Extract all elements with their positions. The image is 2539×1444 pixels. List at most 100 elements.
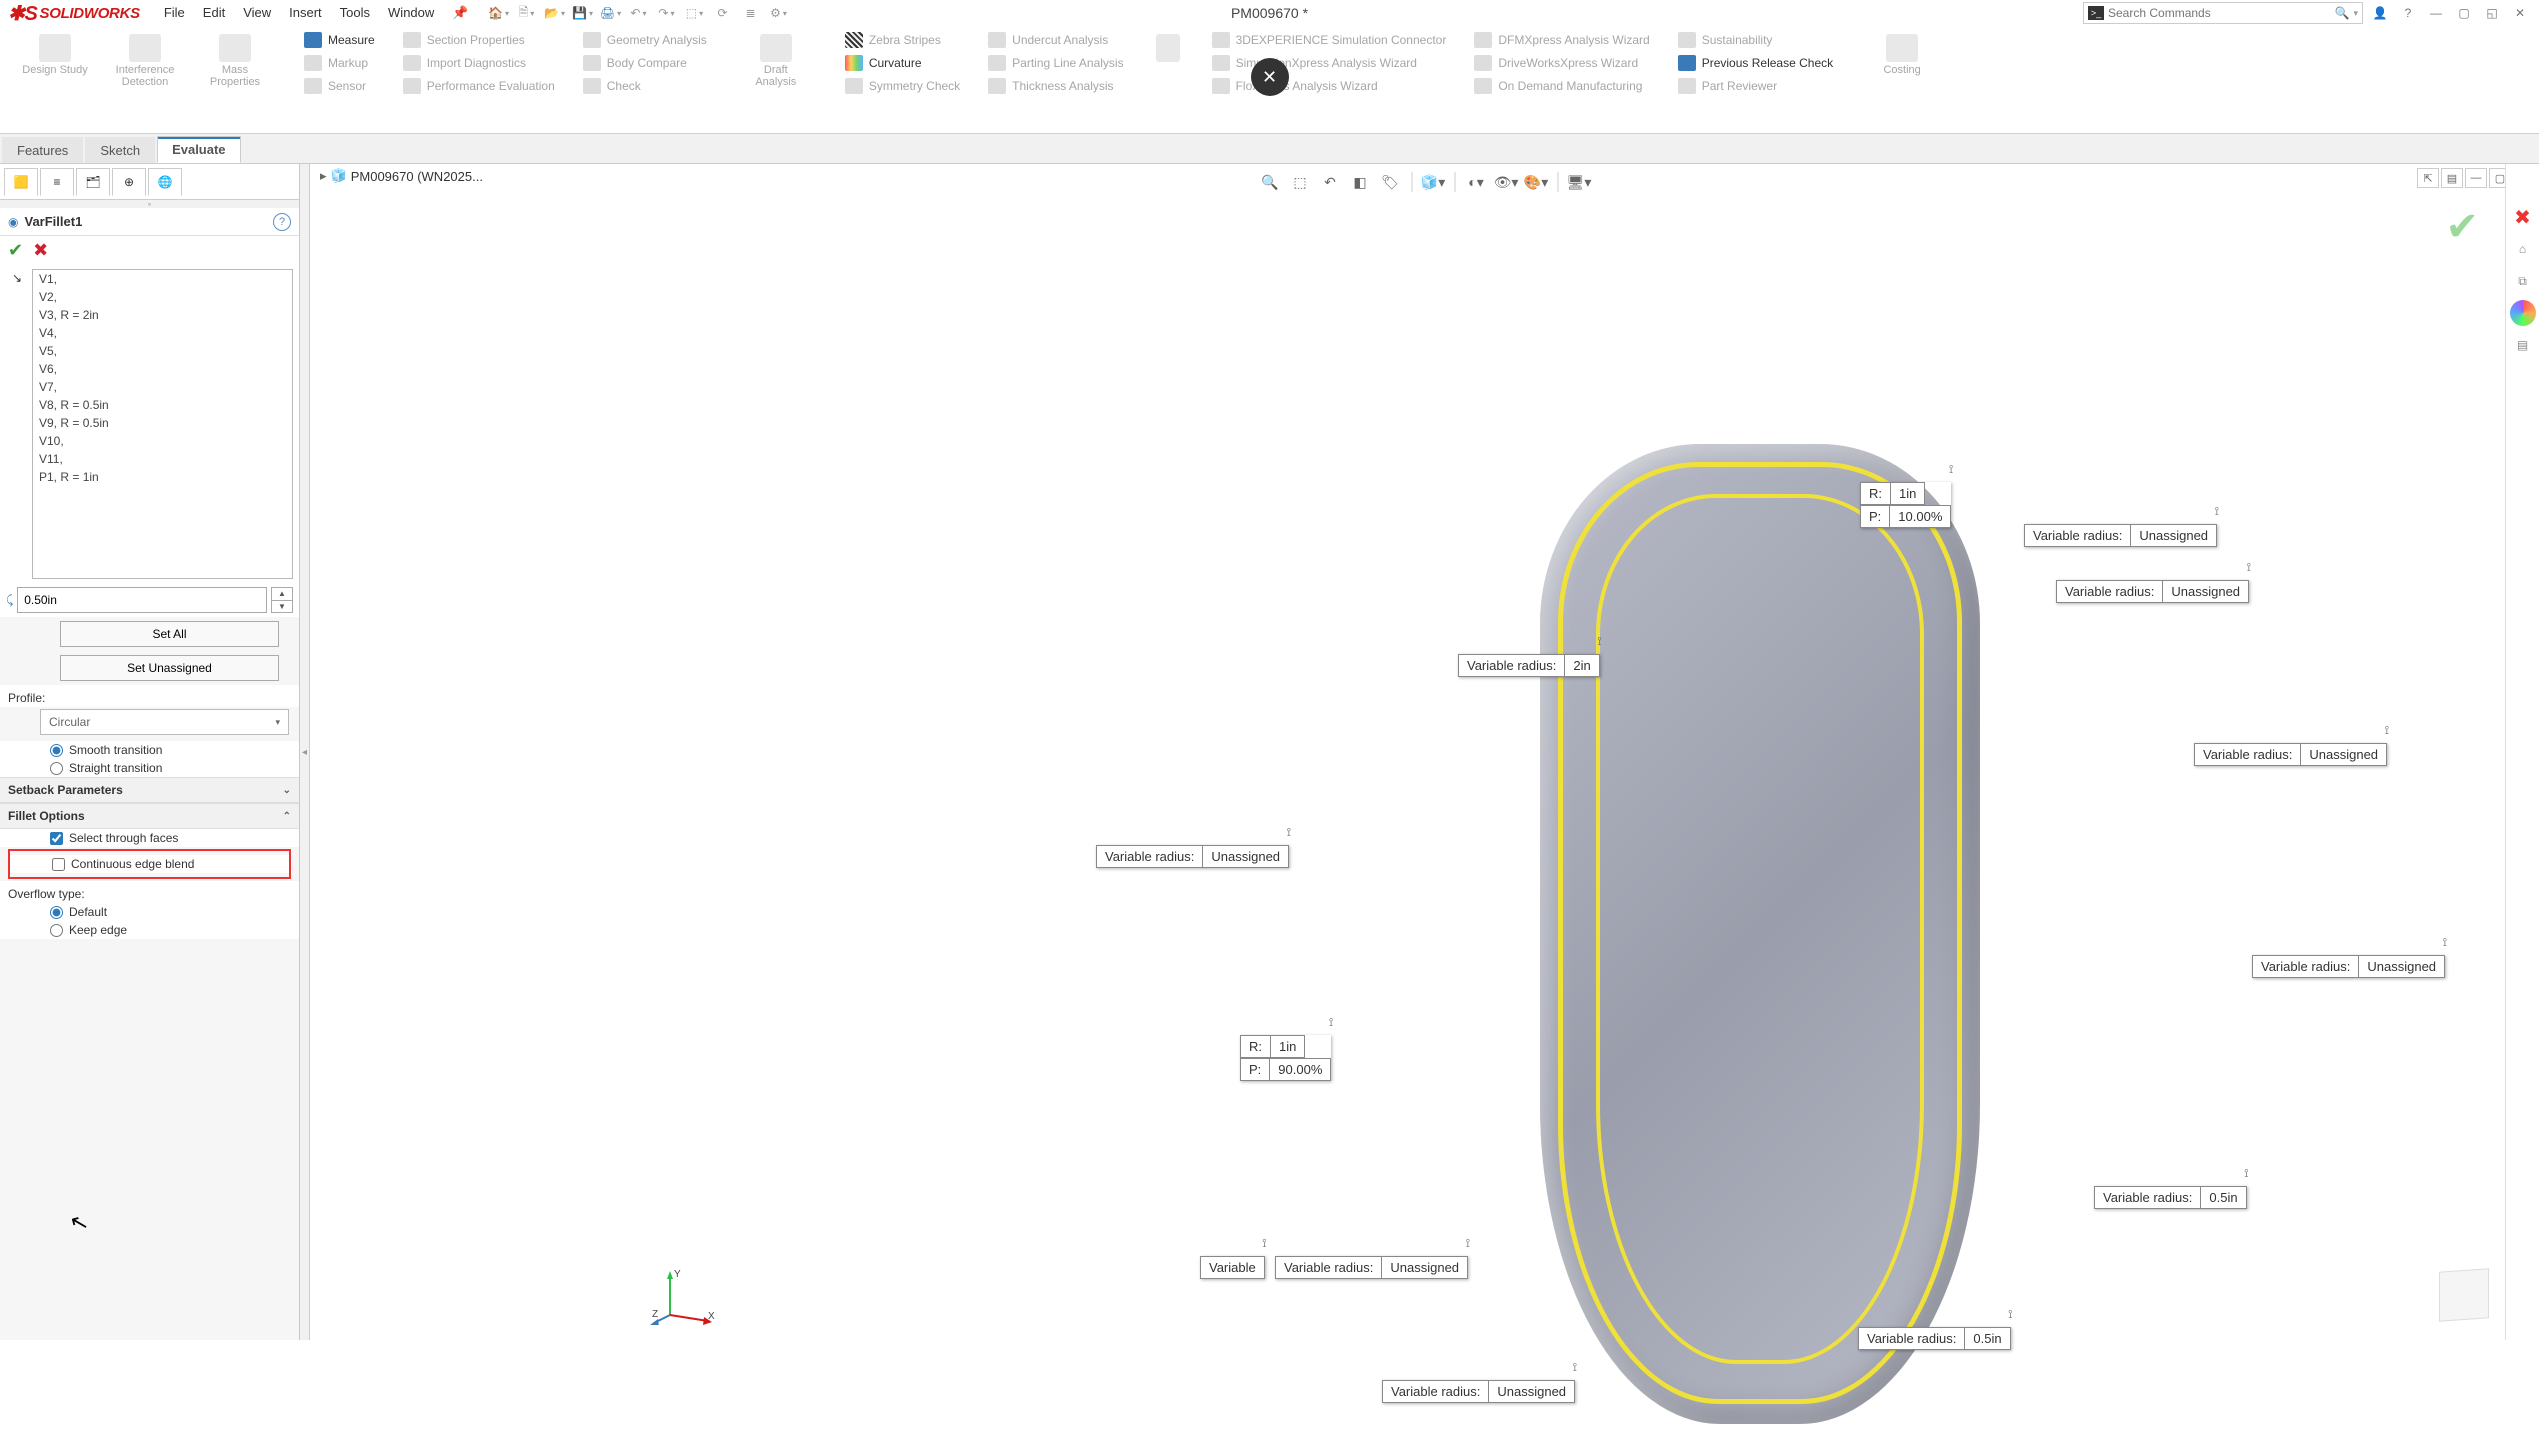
dimxpert-tab-icon[interactable]: ⊕ [112,168,146,196]
cancel-button[interactable]: ✖ [33,240,48,261]
menu-window[interactable]: Window [388,5,434,21]
ok-button[interactable]: ✔ [8,240,23,261]
callout-c5[interactable]: ⟟Variable radius:Unassigned [2252,955,2445,978]
zebra-stripes-button[interactable]: Zebra Stripes [841,30,964,50]
mass-properties-button[interactable]: Mass Properties [190,30,280,88]
measure-button[interactable]: Measure [300,30,379,50]
markup-button[interactable]: Markup [300,53,379,73]
vertex-list-item[interactable]: V6, [33,360,292,378]
symmetry-check-button[interactable]: Symmetry Check [841,76,964,96]
callout-rp2[interactable]: ⟟ R:1in P:90.00% [1240,1035,1331,1081]
zoom-area-icon[interactable]: ⬚ [1287,170,1313,194]
custom-props-icon[interactable]: ▤ [2510,332,2536,358]
tab-evaluate[interactable]: Evaluate [157,136,240,163]
part-reviewer-button[interactable]: Part Reviewer [1674,76,1837,96]
resources-icon[interactable]: ⧉ [2510,268,2536,294]
import-diagnostics-button[interactable]: Import Diagnostics [399,53,559,73]
search-input[interactable] [2108,6,2331,20]
display-style-icon[interactable]: ◐▾ [1463,170,1489,194]
profile-dropdown[interactable]: Circular▾ [40,709,289,735]
thickness-analysis-button[interactable]: Thickness Analysis [984,76,1127,96]
vertex-list-item[interactable]: P1, R = 1in [33,468,292,486]
sustainability-button[interactable]: Sustainability [1674,30,1837,50]
rebuild-icon[interactable]: ⟳ [710,2,734,24]
design-study-button[interactable]: Design Study [10,30,100,88]
3dx-sim-connector-button[interactable]: 3DEXPERIENCE Simulation Connector [1208,30,1451,50]
callout-c11[interactable]: ⟟Variable radius:Unassigned [2056,580,2249,603]
orientation-triad[interactable]: Y X Z [650,1265,720,1328]
vertex-list-item[interactable]: V11, [33,450,292,468]
search-icon[interactable]: 🔍 [2335,6,2350,20]
ondemand-mfg-button[interactable]: On Demand Manufacturing [1470,76,1653,96]
menu-insert[interactable]: Insert [289,5,322,21]
undo-icon[interactable]: ↶ [626,2,650,24]
help-icon[interactable]: ? [2397,2,2419,24]
radius-input[interactable] [17,587,267,613]
new-icon[interactable]: 🗎 [514,2,538,24]
callout-c6[interactable]: ⟟Variable radius:0.5in [2094,1186,2247,1209]
callout-c10[interactable]: ⟟Variable radius:Unassigned [1275,1256,1468,1279]
edit-appearance-icon[interactable]: 🎨▾ [1523,170,1549,194]
menu-edit[interactable]: Edit [203,5,225,21]
minimize-icon[interactable]: — [2425,2,2447,24]
gear-icon[interactable]: ⚙ [766,2,790,24]
close-panel-icon[interactable]: ✖ [2510,204,2536,230]
home-panel-icon[interactable]: ⌂ [2510,236,2536,262]
property-manager-tab-icon[interactable]: ≡ [40,168,74,196]
redo-icon[interactable]: ↷ [654,2,678,24]
menu-tools[interactable]: Tools [340,5,370,21]
vertex-list-item[interactable]: V1, [33,270,292,288]
vertex-list[interactable]: V1,V2,V3, R = 2inV4,V5,V6,V7,V8, R = 0.5… [32,269,293,579]
vertex-list-item[interactable]: V2, [33,288,292,306]
simxpress-button[interactable]: SimulationXpress Analysis Wizard [1208,53,1451,73]
vp-split-icon[interactable]: ▤ [2441,168,2463,188]
continuous-edge-blend-check[interactable] [52,858,65,871]
smooth-transition-radio[interactable] [50,744,63,757]
callout-c7[interactable]: ⟟Variable radius:0.5in [1858,1327,2011,1350]
view-cube[interactable] [2439,1268,2489,1321]
user-icon[interactable]: 👤 [2369,2,2391,24]
curvature-button[interactable]: Curvature [841,53,964,73]
vertex-list-item[interactable]: V7, [33,378,292,396]
overflow-default-radio[interactable] [50,906,63,919]
save-icon[interactable]: 💾 [570,2,594,24]
vp-min-icon[interactable]: — [2465,168,2487,188]
menu-file[interactable]: File [164,5,185,21]
compare-button[interactable] [1148,30,1188,62]
feature-tree-tab-icon[interactable]: 🟨 [4,168,38,196]
callout-c4[interactable]: ⟟Variable radius:Unassigned [2194,743,2387,766]
overflow-keep-edge-radio[interactable] [50,924,63,937]
display-manager-tab-icon[interactable]: 🌐 [148,168,182,196]
straight-transition-radio[interactable] [50,762,63,775]
set-unassigned-button[interactable]: Set Unassigned [60,655,279,681]
callout-c8[interactable]: ⟟Variable radius:Unassigned [1382,1380,1575,1403]
tab-sketch[interactable]: Sketch [85,137,155,163]
pm-help-icon[interactable]: ? [273,213,291,231]
callout-c2[interactable]: ⟟Variable radius:Unassigned [1096,845,1289,868]
radius-spinner[interactable]: ▲▼ [271,587,293,613]
driveworks-button[interactable]: DriveWorksXpress Wizard [1470,53,1653,73]
performance-evaluation-button[interactable]: Performance Evaluation [399,76,559,96]
vertex-list-item[interactable]: V8, R = 0.5in [33,396,292,414]
check-button[interactable]: Check [579,76,711,96]
dismiss-tooltip-icon[interactable]: ✕ [1251,58,1289,96]
draft-analysis-button[interactable]: Draft Analysis [731,30,821,88]
apply-scene-icon[interactable]: 🖥▾ [1566,170,1592,194]
prev-view-icon[interactable]: ↶ [1317,170,1343,194]
breadcrumb[interactable]: ▸ 🧊 PM009670 (WN2025... [320,168,483,184]
vertex-list-item[interactable]: V10, [33,432,292,450]
close-icon[interactable]: ✕ [2509,2,2531,24]
section-view-icon[interactable]: ◧ [1347,170,1373,194]
splitter[interactable]: ◂ [300,164,310,1340]
dynamic-annot-icon[interactable]: 🏷 [1377,170,1403,194]
dfmxpress-button[interactable]: DFMXpress Analysis Wizard [1470,30,1653,50]
home-icon[interactable]: 🏠 [486,2,510,24]
open-icon[interactable]: 📂 [542,2,566,24]
costing-button[interactable]: Costing [1857,30,1947,76]
search-commands[interactable]: >_ 🔍 ▾ [2083,2,2363,24]
body-compare-button[interactable]: Body Compare [579,53,711,73]
vp-popout-icon[interactable]: ⇱ [2417,168,2439,188]
geometry-analysis-button[interactable]: Geometry Analysis [579,30,711,50]
options-stack-icon[interactable]: ≣ [738,2,762,24]
zoom-fit-icon[interactable]: 🔍 [1257,170,1283,194]
